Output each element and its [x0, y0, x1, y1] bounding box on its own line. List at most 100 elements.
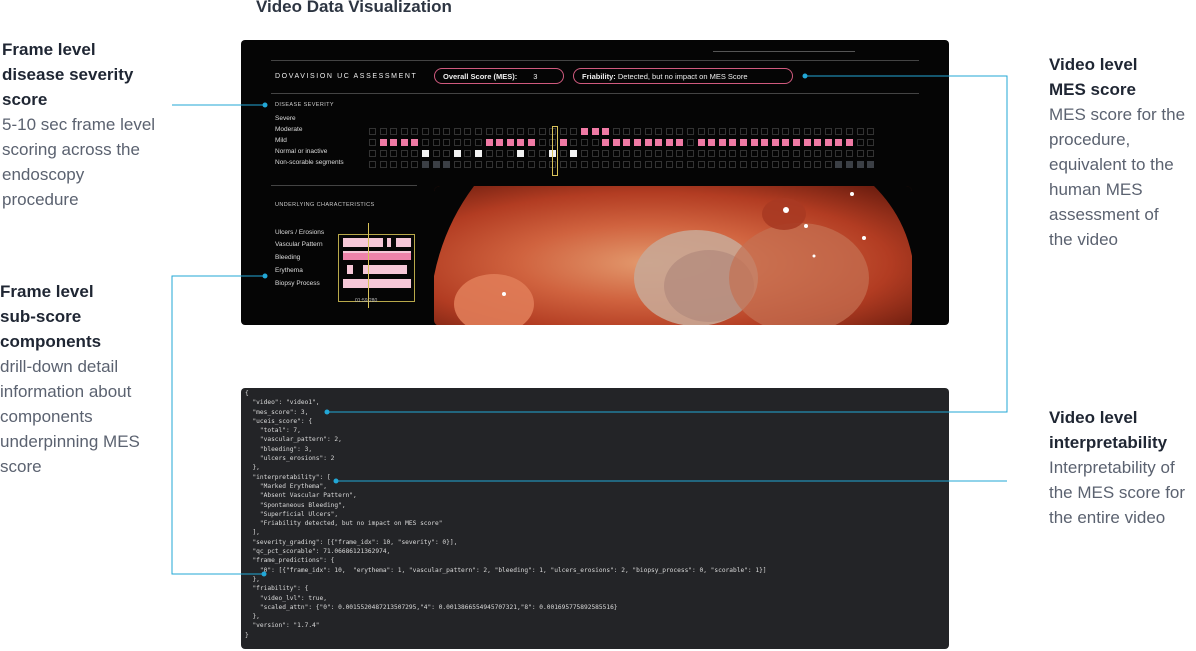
severity-cell	[485, 139, 493, 146]
severity-cell	[411, 161, 419, 168]
severity-cell	[400, 128, 408, 135]
severity-cell	[591, 139, 599, 146]
severity-cell	[708, 150, 716, 157]
annotation-body: the MES score for	[1049, 483, 1186, 502]
severity-cell	[496, 128, 504, 135]
annotation-body: score	[0, 457, 42, 476]
severity-cell	[793, 161, 800, 168]
timeline-cursor[interactable]	[552, 126, 558, 176]
page-title: Video Data Visualization	[256, 0, 452, 16]
annotation-heading: components	[0, 332, 102, 351]
severity-cell	[517, 161, 525, 168]
severity-cell	[697, 150, 705, 157]
severity-cell	[538, 128, 546, 135]
severity-cell	[411, 139, 419, 146]
subscore-label: Vascular Pattern	[275, 241, 323, 248]
friability-pill: Friability: Detected, but no impact on M…	[573, 68, 793, 84]
severity-cell	[559, 161, 567, 168]
severity-cell	[771, 139, 779, 146]
severity-cell	[538, 161, 546, 168]
severity-cell	[570, 139, 578, 146]
overall-score-pill: Overall Score (MES): 3	[434, 68, 564, 84]
json-line: "Absent Vascular Pattern",	[245, 492, 357, 500]
severity-cell	[623, 161, 631, 168]
json-line: }	[245, 631, 249, 639]
severity-cell	[697, 161, 705, 168]
severity-cell	[676, 161, 684, 168]
severity-cell	[506, 139, 514, 146]
severity-cell	[750, 128, 758, 135]
severity-cell	[740, 139, 747, 146]
severity-cell	[464, 161, 472, 168]
severity-cell	[506, 161, 514, 168]
severity-cell	[782, 161, 790, 168]
severity-cell	[496, 150, 504, 157]
severity-cell	[464, 139, 472, 146]
severity-cell	[824, 128, 832, 135]
severity-cell	[602, 139, 610, 146]
severity-cell	[390, 139, 398, 146]
json-line: },	[245, 575, 260, 583]
severity-cell	[496, 139, 504, 146]
severity-cell	[793, 139, 800, 146]
severity-cell	[803, 139, 811, 146]
json-line: "friability": {	[245, 585, 309, 593]
severity-cell	[782, 150, 790, 157]
severity-label: Severe	[275, 115, 296, 122]
severity-cell	[761, 139, 769, 146]
severity-cell	[612, 161, 620, 168]
annotation-body: underpinning MES	[0, 432, 140, 451]
severity-cell	[581, 139, 588, 146]
annotation-body: MES score for the	[1049, 105, 1186, 124]
subscore-label: Erythema	[275, 267, 303, 274]
annotation-heading: Video level	[1049, 408, 1138, 427]
severity-cell	[379, 139, 387, 146]
severity-cell	[687, 128, 694, 135]
severity-cell	[528, 161, 535, 168]
severity-cell	[506, 128, 514, 135]
annotation-heading: Frame level	[0, 282, 94, 301]
severity-cell	[623, 139, 631, 146]
severity-cell	[740, 128, 747, 135]
severity-cell	[676, 139, 684, 146]
json-line: },	[245, 613, 260, 621]
severity-cell	[591, 161, 599, 168]
severity-cell	[708, 128, 716, 135]
severity-cell	[655, 161, 663, 168]
json-line: "mes_score": 3,	[245, 408, 309, 416]
severity-cell	[581, 161, 588, 168]
subscore-chart	[338, 234, 415, 302]
severity-cell	[687, 139, 694, 146]
severity-cell	[655, 150, 663, 157]
severity-cell	[528, 139, 535, 146]
severity-cell	[824, 161, 832, 168]
json-line: ],	[245, 529, 260, 537]
severity-cell	[475, 150, 482, 157]
severity-cell	[411, 128, 419, 135]
subscore-cursor[interactable]	[368, 223, 369, 308]
json-line: "video_lvl": true,	[245, 594, 327, 602]
annotation-body: procedure	[2, 190, 79, 209]
severity-cell	[369, 150, 376, 157]
severity-cell	[856, 128, 864, 135]
severity-cell	[612, 139, 620, 146]
severity-cell	[803, 128, 811, 135]
endoscopy-video-frame[interactable]	[434, 186, 912, 325]
severity-cell	[718, 161, 726, 168]
dashboard-brand: DOVAVISION UC ASSESSMENT	[275, 73, 418, 80]
severity-cell	[644, 139, 652, 146]
severity-cell	[846, 139, 853, 146]
severity-cell	[369, 161, 376, 168]
json-line: "uceis_score": {	[245, 417, 313, 425]
annotation-subscore: Frame level sub-score components drill-d…	[0, 279, 140, 479]
severity-cell	[390, 150, 398, 157]
severity-cell	[644, 128, 652, 135]
severity-cell	[846, 150, 853, 157]
severity-cell	[443, 128, 451, 135]
severity-cell	[411, 150, 419, 157]
severity-cell	[443, 150, 451, 157]
subscore-bar	[343, 238, 411, 247]
severity-cell	[390, 161, 398, 168]
json-line: },	[245, 464, 260, 472]
severity-cell	[718, 150, 726, 157]
